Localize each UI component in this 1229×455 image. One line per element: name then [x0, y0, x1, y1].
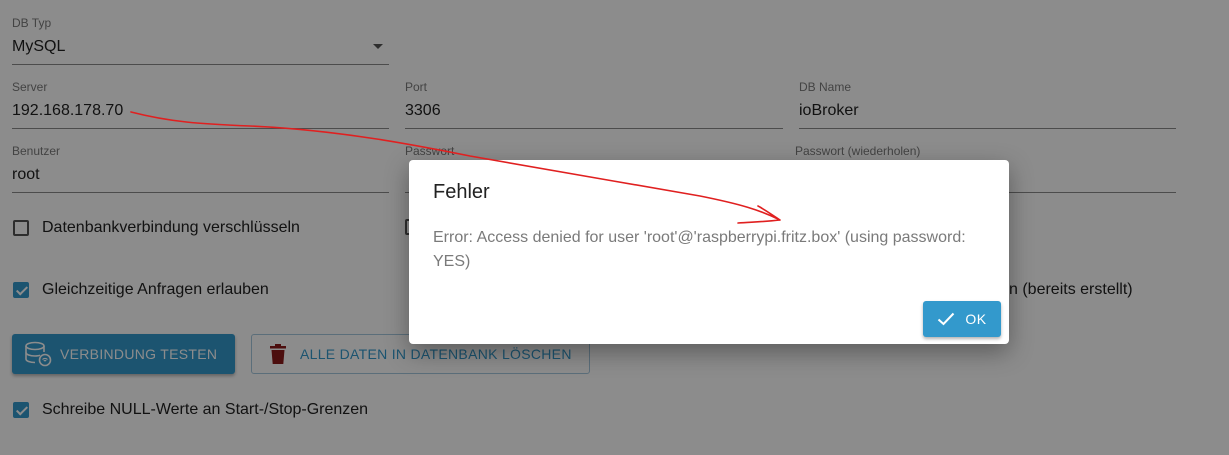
check-icon: [938, 312, 955, 326]
ok-label: OK: [965, 311, 987, 327]
dialog-message: Error: Access denied for user 'root'@'ra…: [433, 229, 966, 270]
dialog-title: Fehler: [433, 181, 490, 203]
ok-button[interactable]: OK: [923, 301, 1001, 337]
error-dialog: Fehler Error: Access denied for user 'ro…: [409, 160, 1009, 344]
